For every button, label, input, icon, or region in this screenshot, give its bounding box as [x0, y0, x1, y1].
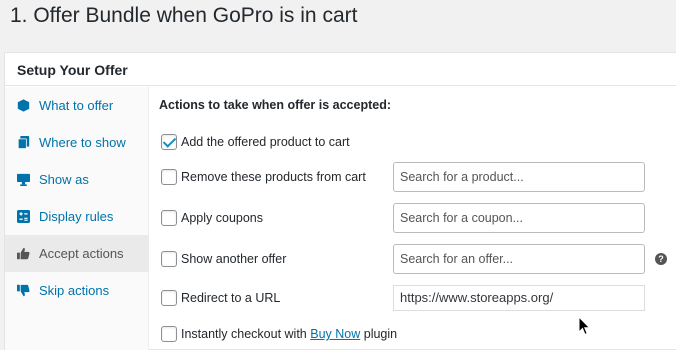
- thumbs-up-icon: [15, 246, 31, 262]
- tab-accept-actions[interactable]: Accept actions: [5, 235, 149, 272]
- accept-actions-panel: Actions to take when offer is accepted: …: [159, 87, 676, 350]
- panel-heading: Actions to take when offer is accepted:: [159, 98, 391, 112]
- remove-products-label[interactable]: Remove these products from cart: [181, 170, 366, 184]
- thumbs-down-icon: [15, 283, 31, 299]
- apply-coupons-label[interactable]: Apply coupons: [181, 211, 263, 225]
- page-title: 1. Offer Bundle when GoPro is in cart: [10, 4, 358, 27]
- tab-display-rules[interactable]: Display rules: [5, 198, 149, 235]
- tab-label: Show as: [39, 172, 89, 187]
- instant-checkout-label[interactable]: Instantly checkout with Buy Now plugin: [181, 327, 397, 341]
- action-add-to-cart: Add the offered product to cart: [159, 127, 676, 157]
- copy-icon: [15, 135, 31, 151]
- tab-what-to-offer[interactable]: What to offer: [5, 87, 149, 124]
- setup-offer-box: Setup Your Offer What to offer Where to …: [4, 52, 676, 350]
- offer-search-input[interactable]: Search for an offer...: [393, 244, 645, 274]
- desktop-icon: [15, 172, 31, 188]
- box-title: Setup Your Offer: [5, 53, 676, 86]
- tab-label: What to offer: [39, 98, 114, 113]
- redirect-url-label[interactable]: Redirect to a URL: [181, 291, 280, 305]
- action-apply-coupons: Apply coupons Search for a coupon...: [159, 203, 676, 233]
- tab-label: Display rules: [39, 209, 114, 224]
- action-redirect-url: Redirect to a URL https://www.storeapps.…: [159, 283, 676, 313]
- tab-label: Skip actions: [39, 283, 110, 298]
- tab-label: Where to show: [39, 135, 126, 150]
- label-suffix: plugin: [360, 327, 398, 341]
- apply-coupons-checkbox[interactable]: [161, 210, 177, 226]
- instant-checkout-checkbox[interactable]: [161, 326, 177, 342]
- redirect-url-checkbox[interactable]: [161, 290, 177, 306]
- cube-icon: [15, 98, 31, 114]
- show-another-offer-checkbox[interactable]: [161, 251, 177, 267]
- label-prefix: Instantly checkout with: [181, 327, 311, 341]
- remove-products-checkbox[interactable]: [161, 169, 177, 185]
- add-to-cart-label[interactable]: Add the offered product to cart: [181, 135, 350, 149]
- rules-icon: [15, 209, 31, 225]
- tab-skip-actions[interactable]: Skip actions: [5, 272, 149, 309]
- action-remove-products: Remove these products from cart Search f…: [159, 162, 676, 192]
- tabs-sidebar: What to offer Where to show Show as Disp…: [5, 87, 149, 350]
- tab-show-as[interactable]: Show as: [5, 161, 149, 198]
- add-to-cart-checkbox[interactable]: [161, 134, 177, 150]
- mouse-cursor-icon: [578, 316, 591, 336]
- redirect-url-input[interactable]: https://www.storeapps.org/: [393, 285, 645, 311]
- product-search-input[interactable]: Search for a product...: [393, 162, 645, 192]
- show-another-offer-label[interactable]: Show another offer: [181, 252, 286, 266]
- tab-label: Accept actions: [39, 246, 124, 261]
- action-instant-checkout: Instantly checkout with Buy Now plugin: [159, 319, 676, 349]
- help-icon[interactable]: ?: [655, 253, 667, 265]
- coupon-search-input[interactable]: Search for a coupon...: [393, 203, 645, 233]
- action-show-another-offer: Show another offer Search for an offer..…: [159, 244, 676, 274]
- tab-where-to-show[interactable]: Where to show: [5, 124, 149, 161]
- buy-now-link[interactable]: Buy Now: [310, 327, 360, 341]
